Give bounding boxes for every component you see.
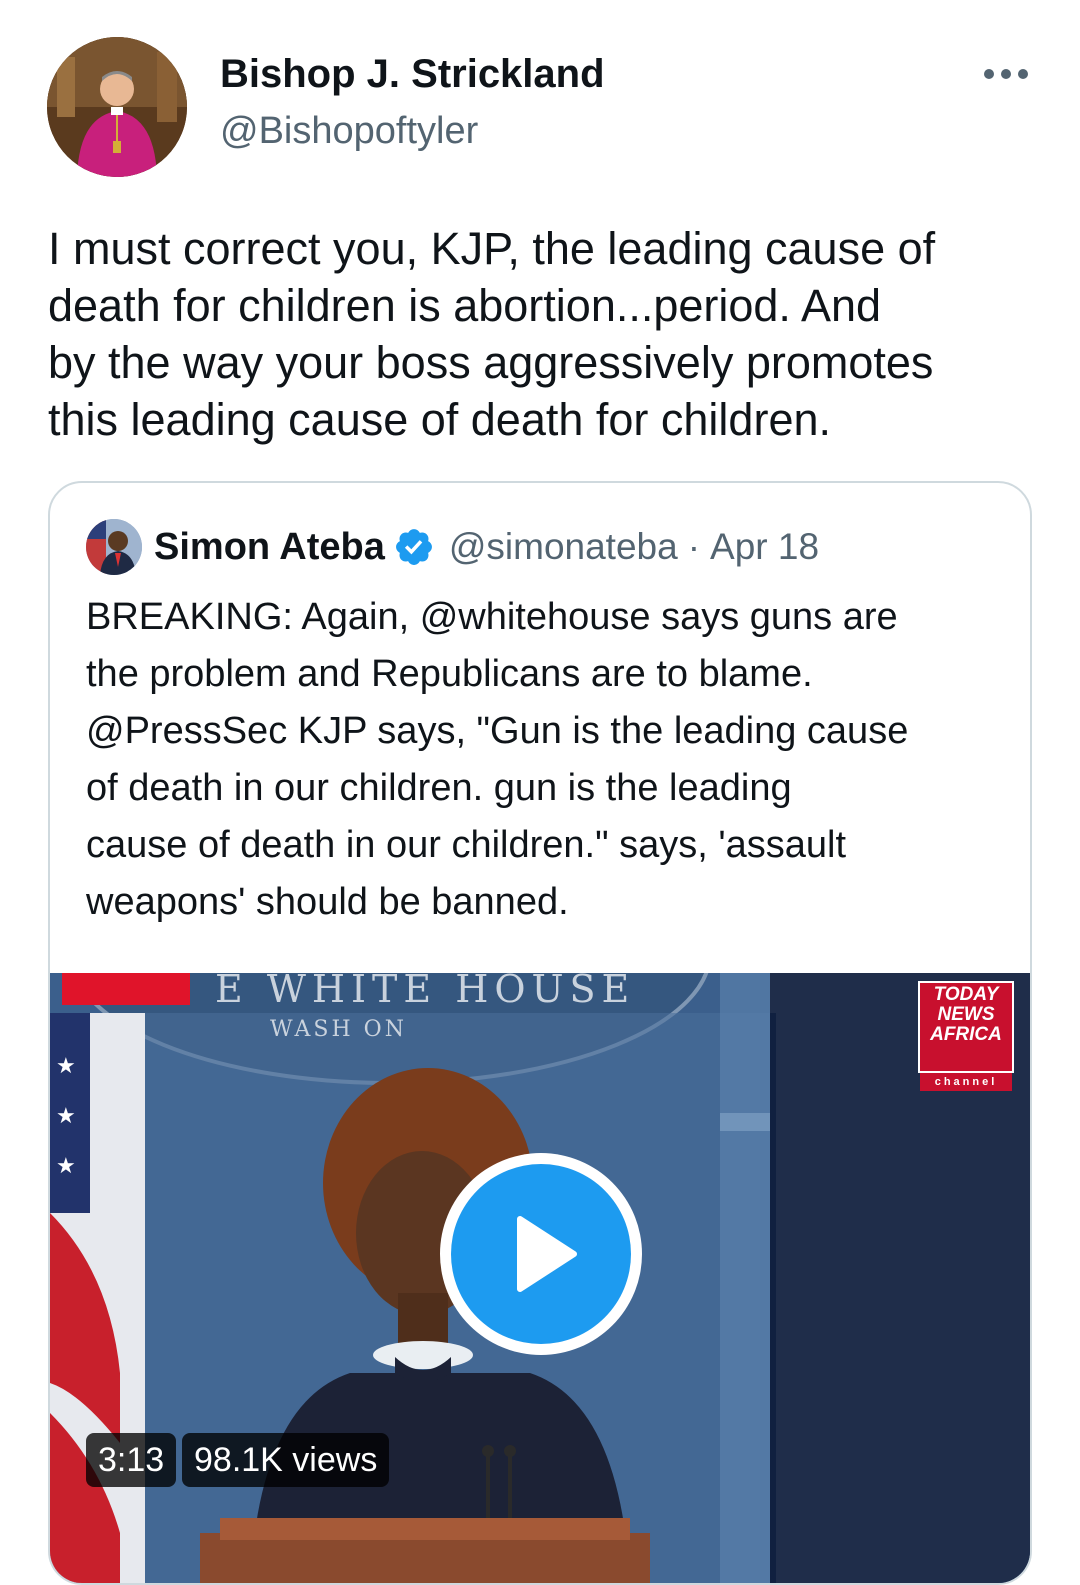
tweet-header: Bishop J. Strickland @Bishopoftyler [0,0,1080,200]
author-handle[interactable]: @Bishopoftyler [220,108,478,154]
quoted-author-avatar[interactable] [86,519,142,575]
seal-text: E WHITE HOUSE [215,973,636,1011]
channel-logo: TODAY NEWS AFRICA channel [918,981,1014,1091]
quoted-text-line: @PressSec KJP says, "Gun is the leading … [86,710,909,752]
more-horizontal-icon [984,69,1028,79]
channel-logo-line: TODAY [933,984,999,1005]
tweet-text-line: this leading cause of death for children… [48,394,831,445]
quoted-author-handle[interactable]: @simonateba [449,526,678,568]
quoted-tweet-card[interactable]: Simon Ateba @simonateba · Apr 18 BREAKIN… [48,481,1032,1585]
play-button[interactable] [440,1153,642,1355]
quoted-author-name[interactable]: Simon Ateba [154,526,385,569]
quoted-text-line: weapons' should be banned. [86,881,569,923]
svg-text:★: ★ [56,1103,76,1128]
quoted-text-line: of death in our children. gun is the lea… [86,767,792,809]
video-player[interactable]: ★ ★ ★ E WHITE HOUSE WASH ON TODAY NEWS A… [50,973,1030,1583]
svg-text:★: ★ [56,1153,76,1178]
broadcast-red-tab [62,973,190,1005]
more-options-button[interactable] [976,52,1036,96]
author-avatar[interactable] [47,37,187,177]
channel-logo-line: NEWS [937,1004,995,1025]
separator-dot: · [687,526,701,567]
flag: ★ ★ ★ [50,1013,145,1583]
video-views-badge: 98.1K views [182,1433,390,1487]
quoted-tweet-header: Simon Ateba @simonateba · Apr 18 [154,521,819,573]
svg-text:★: ★ [56,1053,76,1078]
video-duration-badge: 3:13 [86,1433,177,1487]
tweet-text-line: I must correct you, KJP, the leading cau… [48,223,936,274]
quoted-text-line: the problem and Republicans are to blame… [86,653,813,695]
tweet-text-line: by the way your boss aggressively promot… [48,337,934,388]
play-button-inner [451,1164,631,1344]
play-icon [517,1216,577,1292]
tweet-text: I must correct you, KJP, the leading cau… [48,220,1038,448]
author-name[interactable]: Bishop J. Strickland [220,50,605,98]
quoted-text-line: cause of death in our children." says, '… [86,824,847,866]
channel-logo-sub: channel [920,1073,1012,1091]
quoted-tweet-date[interactable]: Apr 18 [710,526,819,568]
seal-subtext: WASH ON [270,1017,407,1042]
tweet-text-line: death for children is abortion...period.… [48,280,882,331]
quoted-tweet-text: BREAKING: Again, @whitehouse says guns a… [86,589,1006,931]
quoted-text-line: BREAKING: Again, @whitehouse says guns a… [86,596,898,638]
verified-badge-icon [395,529,432,565]
channel-logo-line: AFRICA [930,1024,1002,1045]
